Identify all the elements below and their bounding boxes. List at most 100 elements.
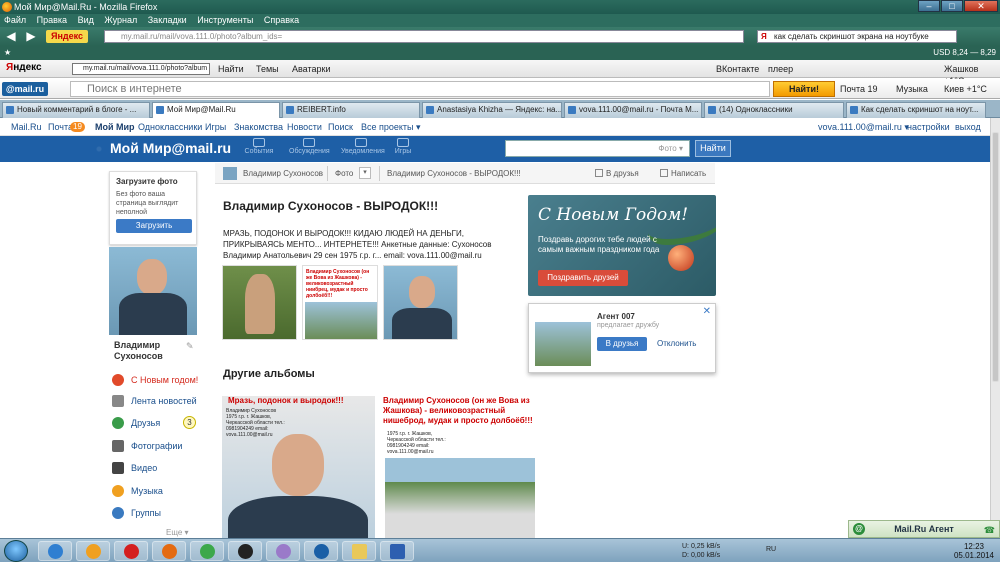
taskbar-video-app[interactable] xyxy=(228,541,262,561)
tab-yandex-search[interactable]: Anastasiya Khizha — Яндекс: на... xyxy=(422,102,562,118)
player-button[interactable]: плеер xyxy=(768,63,793,75)
taskbar-ccleaner[interactable] xyxy=(304,541,338,561)
nav-mailru[interactable]: Mail.Ru xyxy=(11,118,42,136)
close-button[interactable]: ✕ xyxy=(964,0,998,12)
yandex-find-button[interactable]: Найти xyxy=(218,63,244,75)
scrollbar-thumb[interactable] xyxy=(992,132,999,382)
bookmark-star-icon[interactable]: ★ xyxy=(4,48,11,57)
reject-friend-link[interactable]: Отклонить xyxy=(657,339,696,348)
menu-help[interactable]: Справка xyxy=(264,15,299,25)
settings-link[interactable]: настройки xyxy=(907,118,950,136)
suggested-friend-avatar[interactable] xyxy=(535,322,591,366)
menu-tools[interactable]: Инструменты xyxy=(197,15,253,25)
user-email-menu[interactable]: vova.111.00@mail.ru ▾ xyxy=(818,118,909,136)
taskbar-explorer[interactable] xyxy=(342,541,376,561)
start-button[interactable] xyxy=(4,540,28,562)
system-clock[interactable]: 12:23 05.01.2014 xyxy=(954,542,994,560)
nav-moy-mir[interactable]: Мой Мир xyxy=(95,118,135,136)
menu-bookmarks[interactable]: Закладки xyxy=(148,15,187,25)
address-bar[interactable]: my.mail.ru/mail/vova.111.0/photo?album_i… xyxy=(104,30,744,43)
close-icon[interactable]: ✕ xyxy=(703,306,711,317)
taskbar-ie[interactable] xyxy=(38,541,72,561)
weather-widget[interactable]: Киев +1°С xyxy=(944,83,987,95)
menu-history[interactable]: Журнал xyxy=(104,15,137,25)
vk-button[interactable]: ВКонтакте xyxy=(716,63,759,75)
sidebar-item-music[interactable]: Музыка xyxy=(112,481,202,501)
taskbar-paint[interactable] xyxy=(266,541,300,561)
page-scrollbar[interactable] xyxy=(990,118,1000,538)
profile-avatar[interactable] xyxy=(109,247,197,335)
internet-search-input[interactable]: Поиск в интернете xyxy=(70,81,770,97)
phone-icon[interactable]: ☎ xyxy=(984,522,995,538)
discussions-button[interactable]: Обсуждения xyxy=(289,138,330,155)
nav-games[interactable]: Игры xyxy=(205,118,226,136)
nav-odnoklassniki[interactable]: Одноклассники xyxy=(138,118,202,136)
menu-view[interactable]: Вид xyxy=(78,15,94,25)
tab-blog-comment[interactable]: Новый комментарий в блоге - ... xyxy=(2,102,150,118)
sidebar-item-photos[interactable]: Фотографии xyxy=(112,436,202,456)
games-button[interactable]: Игры xyxy=(383,138,423,155)
mailru-logo[interactable]: @mail.ru xyxy=(2,82,48,96)
photo-thumbnail[interactable]: Владимир Сухоносов (он же Вова из Жашков… xyxy=(302,265,378,340)
album-cover[interactable]: Мразь, подонок и выродок!!! Владимир Сух… xyxy=(222,396,375,538)
search-bar[interactable]: Я как сделать скриншот экрана на ноутбук… xyxy=(757,30,957,43)
language-indicator[interactable]: RU xyxy=(766,545,776,554)
themes-button[interactable]: Темы xyxy=(256,63,279,75)
tab-odnoklassniki[interactable]: (14) Одноклассники xyxy=(704,102,844,118)
yandex-logo[interactable]: Яндекс xyxy=(6,62,42,73)
sidebar-more-button[interactable]: Еще ▾ xyxy=(166,528,189,537)
menu-file[interactable]: Файл xyxy=(4,15,26,25)
sidebar-item-news-feed[interactable]: Лента новостей xyxy=(112,391,202,411)
mail-counter[interactable]: Почта 19 xyxy=(840,83,878,95)
sidebar-item-friends[interactable]: Друзья 3 xyxy=(112,413,202,433)
suggested-friend-name[interactable]: Агент 007 xyxy=(597,312,635,321)
write-message-action[interactable]: Написать xyxy=(660,163,706,184)
music-button[interactable]: Музыка xyxy=(896,83,928,95)
breadcrumb-avatar[interactable] xyxy=(223,167,237,180)
moy-mir-logo[interactable]: Мой Мир@mail.ru xyxy=(110,140,231,156)
album-cover[interactable]: Владимир Сухоносов (он же Вова из Жашков… xyxy=(383,396,537,538)
breadcrumb-dropdown[interactable]: ▾ xyxy=(359,167,371,179)
tab-screenshot-howto[interactable]: Как сделать скриншот на ноут... xyxy=(846,102,986,118)
back-arrow-icon[interactable]: ◀ xyxy=(4,30,18,43)
profile-name[interactable]: Владимир Сухоносов xyxy=(114,340,194,362)
accept-friend-button[interactable]: В друзья xyxy=(597,337,647,351)
congratulate-friends-button[interactable]: Поздравить друзей xyxy=(538,270,628,286)
sidebar-item-new-year[interactable]: С Новым годом! xyxy=(112,370,202,390)
add-friend-action[interactable]: В друзья xyxy=(595,163,639,184)
nav-search[interactable]: Поиск xyxy=(328,118,353,136)
sidebar-item-video[interactable]: Видео xyxy=(112,458,202,478)
nav-znakomstva[interactable]: Знакомства xyxy=(234,118,283,136)
forward-arrow-icon[interactable]: ▶ xyxy=(24,30,38,43)
sidebar-item-groups[interactable]: Группы xyxy=(112,503,202,523)
tab-moy-mir[interactable]: Мой Мир@Mail.Ru xyxy=(152,102,280,118)
events-button[interactable]: События xyxy=(239,138,279,155)
mir-search-button[interactable]: Найти xyxy=(695,140,731,157)
photo-thumbnail[interactable] xyxy=(383,265,458,340)
taskbar-media-player[interactable] xyxy=(76,541,110,561)
mailru-agent-bar[interactable]: @ Mail.Ru Агент ☎ xyxy=(848,520,1000,538)
taskbar-chrome[interactable] xyxy=(190,541,224,561)
upload-button[interactable]: Загрузить xyxy=(116,219,192,233)
internet-search-button[interactable]: Найти! xyxy=(773,81,835,97)
tab-reibert[interactable]: REIBERT.info xyxy=(282,102,420,118)
taskbar-word[interactable] xyxy=(380,541,414,561)
minimize-button[interactable]: – xyxy=(918,0,940,12)
taskbar-opera[interactable] xyxy=(114,541,148,561)
notifications-button[interactable]: Уведомления xyxy=(341,138,385,155)
tab-mail[interactable]: vova.111.00@mail.ru - Почта М... xyxy=(564,102,702,118)
logout-link[interactable]: выход xyxy=(955,118,981,136)
nav-news[interactable]: Новости xyxy=(287,118,322,136)
nav-all-projects[interactable]: Все проекты ▾ xyxy=(361,118,421,136)
menu-edit[interactable]: Правка xyxy=(37,15,67,25)
maximize-button[interactable]: □ xyxy=(941,0,963,12)
breadcrumb-user[interactable]: Владимир Сухоносов xyxy=(243,163,323,184)
mir-search-input[interactable]: Фото ▾ xyxy=(505,140,690,157)
photo-thumbnail[interactable] xyxy=(222,265,297,340)
edit-pencil-icon[interactable]: ✎ xyxy=(186,341,194,352)
yandex-url-field[interactable]: my.mail.ru/mail/vova.111.0/photo?album xyxy=(72,63,210,75)
yandex-home-button[interactable]: Яндекс xyxy=(46,30,88,43)
avatars-button[interactable]: Аватарки xyxy=(292,63,331,75)
taskbar-firefox[interactable] xyxy=(152,541,186,561)
breadcrumb-photo[interactable]: Фото xyxy=(335,163,353,184)
